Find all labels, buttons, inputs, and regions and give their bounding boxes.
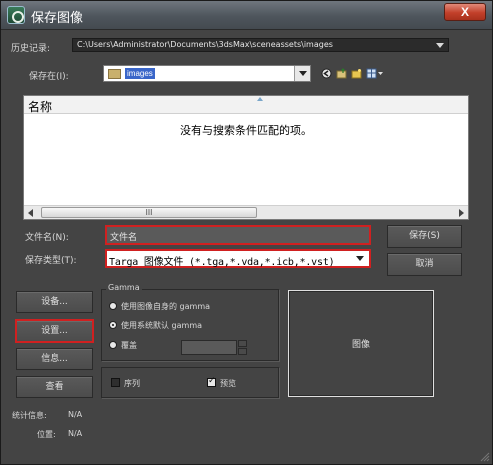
spinner-down-icon[interactable]: [238, 348, 247, 355]
resize-grip-icon[interactable]: [480, 452, 490, 462]
view-menu-icon[interactable]: [366, 68, 384, 79]
gamma-group-title: Gamma: [106, 283, 142, 292]
file-name-input[interactable]: 文件名: [105, 225, 371, 245]
file-list[interactable]: 名称 没有与搜索条件匹配的项。 III: [23, 95, 469, 220]
3dsmax-app-icon: [7, 6, 25, 24]
spinner-up-icon[interactable]: [238, 340, 247, 347]
cancel-button-label: 取消: [415, 259, 434, 269]
setup-button-label: 设置...: [41, 326, 68, 336]
view-button-label: 查看: [45, 382, 64, 392]
stats-value: N/A: [68, 410, 83, 419]
view-button[interactable]: 查看: [16, 376, 93, 398]
history-label: 历史记录:: [11, 44, 51, 54]
save-image-dialog: 保存图像 X 历史记录: C:\Users\Administrator\Docu…: [0, 0, 493, 465]
image-preview-label: 图像: [351, 340, 370, 350]
override-gamma-label: 覆盖: [121, 341, 137, 350]
system-default-gamma-label: 使用系统默认 gamma: [121, 321, 203, 330]
file-type-dropdown[interactable]: Targa 图像文件 (*.tga,*.vda,*.icb,*.vst): [105, 249, 371, 268]
location-value: N/A: [68, 429, 83, 438]
setup-button[interactable]: 设置...: [15, 319, 94, 343]
save-in-value: images: [125, 68, 155, 79]
image-preview: 图像: [288, 290, 434, 397]
back-icon[interactable]: [321, 68, 332, 79]
file-name-label: 文件名(N):: [25, 233, 69, 243]
stats-label: 统计信息:: [12, 411, 47, 420]
info-button[interactable]: 信息...: [16, 348, 93, 370]
history-dropdown[interactable]: C:\Users\Administrator\Documents\3dsMax\…: [72, 38, 449, 52]
preview-checkbox[interactable]: [207, 376, 216, 387]
up-folder-icon[interactable]: [336, 68, 347, 79]
close-button[interactable]: X: [444, 3, 486, 21]
scroll-right-icon[interactable]: [459, 209, 464, 217]
save-in-dropdown[interactable]: images: [103, 65, 311, 82]
history-path: C:\Users\Administrator\Documents\3dsMax\…: [77, 40, 333, 49]
override-gamma-value-input[interactable]: [181, 340, 237, 355]
scroll-thumb[interactable]: III: [41, 207, 257, 218]
info-button-label: 信息...: [41, 354, 68, 364]
location-label: 位置:: [37, 430, 56, 439]
system-default-gamma-radio[interactable]: [109, 321, 117, 329]
devices-button[interactable]: 设备...: [16, 291, 93, 313]
new-folder-icon[interactable]: [351, 68, 362, 79]
chevron-down-icon: [436, 43, 444, 48]
window-title: 保存图像: [31, 11, 84, 26]
scroll-left-icon[interactable]: [28, 209, 33, 217]
preview-label: 预览: [220, 379, 236, 388]
file-name-value: 文件名: [110, 233, 138, 243]
chevron-down-icon: [356, 256, 364, 261]
folder-icon: [108, 69, 121, 79]
column-name-label: 名称: [28, 100, 53, 114]
cancel-button[interactable]: 取消: [387, 253, 462, 276]
save-button-label: 保存(S): [409, 231, 440, 241]
column-header-name[interactable]: 名称: [24, 96, 468, 114]
horizontal-scrollbar[interactable]: III: [24, 205, 468, 219]
file-type-label: 保存类型(T):: [25, 256, 77, 266]
own-gamma-label: 使用图像自身的 gamma: [121, 302, 211, 311]
sequence-checkbox[interactable]: [111, 378, 120, 387]
title-bar[interactable]: 保存图像 X: [1, 1, 492, 30]
sort-arrow-icon: [257, 97, 263, 101]
devices-button-label: 设备...: [41, 297, 68, 307]
save-button[interactable]: 保存(S): [387, 225, 462, 248]
override-gamma-radio[interactable]: [109, 341, 117, 349]
own-gamma-radio[interactable]: [109, 302, 117, 310]
file-type-value: Targa 图像文件 (*.tga,*.vda,*.icb,*.vst): [109, 257, 335, 268]
empty-list-message: 没有与搜索条件匹配的项。: [180, 124, 312, 137]
save-in-label: 保存在(I):: [29, 72, 69, 82]
sequence-label: 序列: [124, 379, 140, 388]
chevron-down-icon[interactable]: [294, 66, 310, 81]
